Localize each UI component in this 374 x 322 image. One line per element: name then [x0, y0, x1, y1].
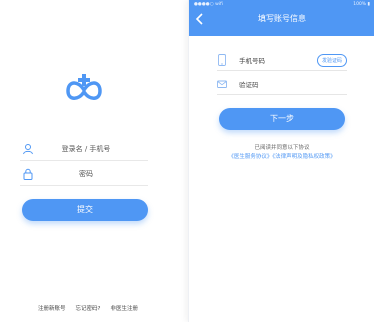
- status-signal: ●●●●○ wifi: [194, 2, 223, 7]
- code-placeholder: 验证码: [239, 81, 259, 89]
- phone-placeholder: 手机号码: [239, 57, 265, 65]
- submit-button[interactable]: 提交: [22, 199, 148, 221]
- status-bar: ●●●●○ wifi 100% ▮: [189, 0, 374, 9]
- agreement: 已阅读并同意以下协议 《医生服务协议》《法律声明及隐私权政策》: [189, 144, 374, 162]
- submit-button-label: 提交: [77, 205, 93, 214]
- message-icon: [217, 80, 227, 88]
- register-link[interactable]: 注册新账号: [38, 304, 66, 312]
- phone-field[interactable]: 手机号码 发验证码: [217, 50, 347, 71]
- footer-links: 注册新账号 忘记密码? 非医生注册: [0, 304, 176, 312]
- nav-bar: ●●●●○ wifi 100% ▮ 填写账号信息: [189, 0, 374, 36]
- next-button-label: 下一步: [270, 114, 294, 123]
- phone-icon: [218, 54, 226, 66]
- app-logo-icon: [66, 74, 102, 100]
- forgot-password-link[interactable]: 忘记密码?: [76, 304, 101, 312]
- code-field[interactable]: 验证码: [217, 74, 347, 95]
- login-screen: 登录名 / 手机号 密码 提交 注册新账号 忘记密码? 非医生注册: [0, 0, 176, 322]
- register-screen: ●●●●○ wifi 100% ▮ 填写账号信息 手机号码 发验证码 验证码 下…: [188, 0, 374, 322]
- username-field[interactable]: 登录名 / 手机号: [20, 138, 148, 161]
- lock-icon: [23, 168, 33, 180]
- user-icon: [23, 144, 33, 155]
- username-placeholder: 登录名 / 手机号: [61, 145, 111, 153]
- password-field[interactable]: 密码: [20, 163, 148, 186]
- non-doctor-register-link[interactable]: 非医生注册: [110, 304, 138, 312]
- agreement-text: 已阅读并同意以下协议: [254, 145, 310, 151]
- password-placeholder: 密码: [79, 170, 93, 178]
- next-button[interactable]: 下一步: [219, 108, 345, 130]
- status-battery: 100% ▮: [353, 2, 370, 7]
- agreement-links[interactable]: 《医生服务协议》《法律声明及隐私权政策》: [189, 153, 374, 162]
- page-title: 填写账号信息: [258, 14, 306, 23]
- send-code-button[interactable]: 发验证码: [316, 53, 347, 67]
